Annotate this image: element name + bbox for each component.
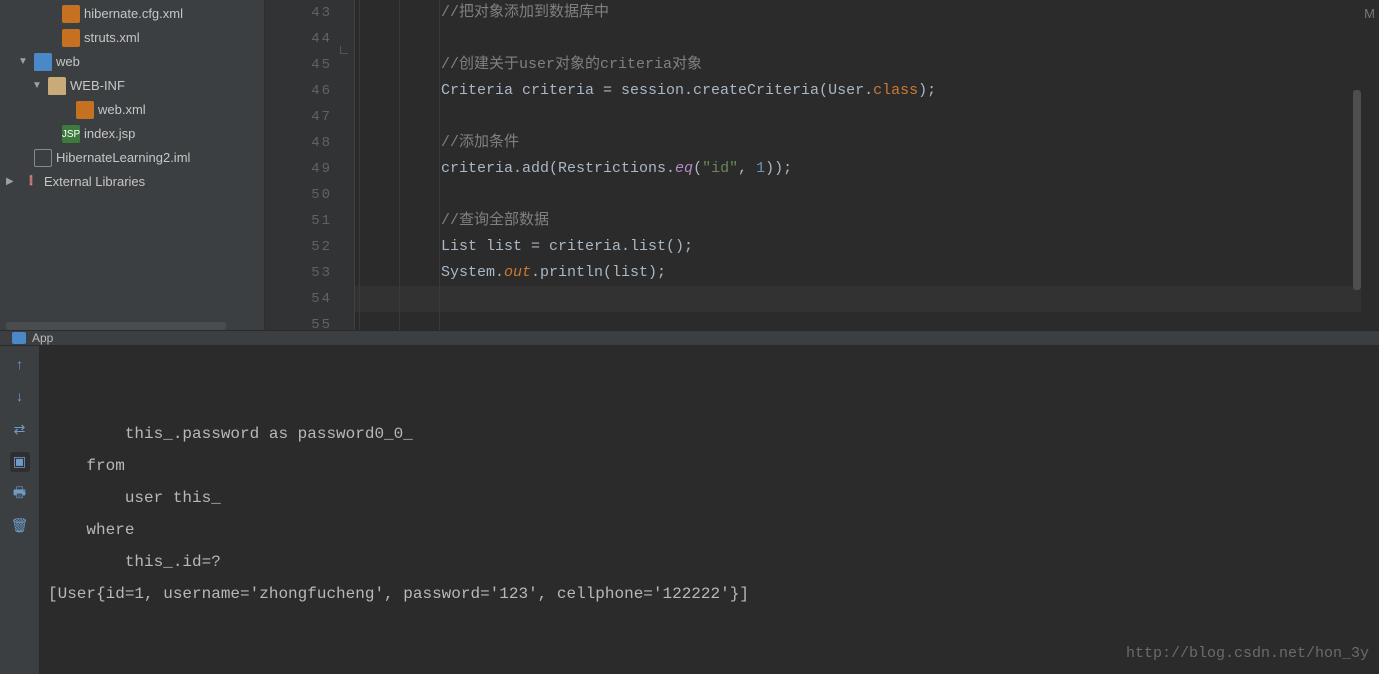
editor-gutter: 43444546474849505152535455 [265, 0, 355, 330]
line-number: 46 [265, 78, 332, 104]
screenshot-icon[interactable]: ▣ [10, 452, 30, 472]
console-toolbar: ↑ ↓ ⇄ ▣ 🖶 🗑 [0, 346, 40, 674]
expand-arrow-icon[interactable]: ▼ [18, 50, 30, 74]
code-line[interactable]: List list = criteria.list(); [355, 234, 1379, 260]
tree-item-label: WEB-INF [70, 74, 125, 98]
editor-scrollbar[interactable] [1353, 90, 1361, 290]
file-icon [62, 5, 80, 23]
tree-item[interactable]: HibernateLearning2.iml [0, 146, 264, 170]
code-line[interactable] [355, 182, 1379, 208]
tree-item-label: External Libraries [44, 170, 145, 194]
code-line[interactable] [355, 26, 1379, 52]
tree-item[interactable]: ▼ WEB-INF [0, 74, 264, 98]
tree-item-label: web [56, 50, 80, 74]
code-line[interactable]: System.out.println(list); [355, 260, 1379, 286]
code-line[interactable] [355, 104, 1379, 130]
file-icon [34, 53, 52, 71]
console-output[interactable]: this_.password as password0_0_ from user… [40, 346, 1379, 674]
expand-arrow-icon[interactable]: ▶ [6, 170, 18, 194]
line-number: 54 [265, 286, 332, 312]
code-line[interactable] [355, 286, 1379, 312]
tree-item-label: web.xml [98, 98, 146, 122]
file-icon [76, 101, 94, 119]
tree-item[interactable]: JSPindex.jsp [0, 122, 264, 146]
code-editor[interactable]: 43444546474849505152535455 //把对象添加到数据库中 … [265, 0, 1379, 330]
print-icon[interactable]: 🖶 [10, 484, 30, 504]
code-line[interactable] [355, 312, 1379, 338]
sidebar-scrollbar[interactable] [6, 322, 226, 330]
tree-item-label: struts.xml [84, 26, 140, 50]
watermark: http://blog.csdn.net/hon_3y [1126, 638, 1369, 670]
console-line: this_.id=? [48, 546, 1379, 578]
tree-item[interactable]: ▶⫿External Libraries [0, 170, 264, 194]
soft-wrap-icon[interactable]: ⇄ [10, 420, 30, 440]
line-number: 53 [265, 260, 332, 286]
scroll-up-icon[interactable]: ↑ [10, 356, 30, 376]
console-line: user this_ [48, 482, 1379, 514]
file-icon [34, 149, 52, 167]
tree-item[interactable]: web.xml [0, 98, 264, 122]
line-number: 51 [265, 208, 332, 234]
code-line[interactable]: Criteria criteria = session.createCriter… [355, 78, 1379, 104]
tree-item-label: HibernateLearning2.iml [56, 146, 190, 170]
console-line: [User{id=1, username='zhongfucheng', pas… [48, 578, 1379, 610]
run-config-label[interactable]: App [32, 331, 53, 345]
code-line[interactable]: //创建关于user对象的criteria对象 [355, 52, 1379, 78]
file-icon: JSP [62, 125, 80, 143]
line-number: 50 [265, 182, 332, 208]
tree-item-label: index.jsp [84, 122, 135, 146]
project-sidebar: hibernate.cfg.xmlstruts.xml ▼ web ▼ WEB-INFw… [0, 0, 265, 330]
clear-icon[interactable]: 🗑 [10, 516, 30, 536]
line-number: 52 [265, 234, 332, 260]
right-margin-marker: M [1364, 6, 1375, 21]
expand-arrow-icon[interactable]: ▼ [32, 74, 44, 98]
console-line: this_.password as password0_0_ [48, 418, 1379, 450]
line-number: 55 [265, 312, 332, 338]
code-line[interactable]: criteria.add(Restrictions.eq("id", 1)); [355, 156, 1379, 182]
tree-item[interactable]: hibernate.cfg.xml [0, 2, 264, 26]
run-config-icon [12, 332, 26, 344]
code-line[interactable]: //把对象添加到数据库中 [355, 0, 1379, 26]
tree-item[interactable]: struts.xml [0, 26, 264, 50]
file-icon: ⫿ [22, 173, 40, 191]
line-number: 45 [265, 52, 332, 78]
code-line[interactable]: //添加条件 [355, 130, 1379, 156]
line-number: 43 [265, 0, 332, 26]
console-line: from [48, 450, 1379, 482]
line-number: 48 [265, 130, 332, 156]
code-line[interactable]: //查询全部数据 [355, 208, 1379, 234]
line-number: 44 [265, 26, 332, 52]
console-line: where [48, 514, 1379, 546]
file-icon [48, 77, 66, 95]
file-icon [62, 29, 80, 47]
tree-item[interactable]: ▼ web [0, 50, 264, 74]
editor-code-area[interactable]: //把对象添加到数据库中 //创建关于user对象的criteria对象Crit… [355, 0, 1379, 330]
line-number: 49 [265, 156, 332, 182]
line-number: 47 [265, 104, 332, 130]
scroll-down-icon[interactable]: ↓ [10, 388, 30, 408]
tree-item-label: hibernate.cfg.xml [84, 2, 183, 26]
